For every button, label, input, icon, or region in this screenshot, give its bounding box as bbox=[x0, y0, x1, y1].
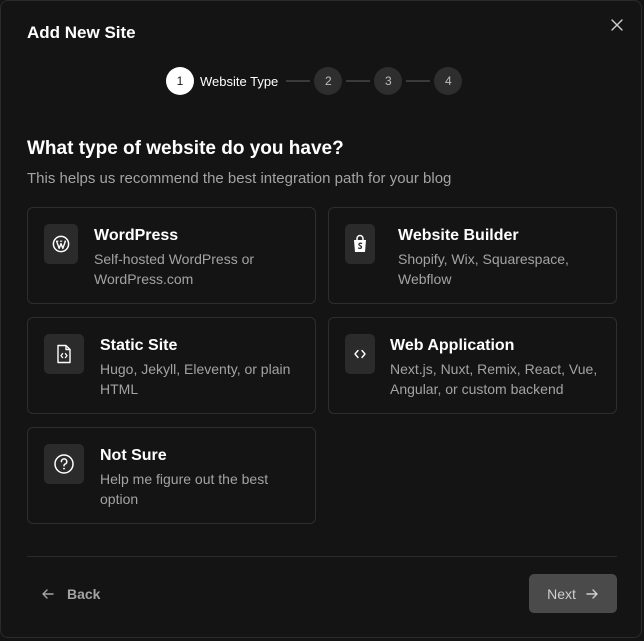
option-title: Static Site bbox=[100, 337, 178, 354]
step-2-indicator: 2 bbox=[314, 67, 343, 95]
option-icon-box bbox=[44, 444, 84, 484]
option-description: Help me figure out the best option bbox=[100, 471, 269, 507]
step-1-label: Website Type bbox=[200, 73, 279, 89]
step-4-indicator: 4 bbox=[434, 67, 463, 95]
next-button-label: Next bbox=[547, 585, 576, 602]
modal-title: Add New Site bbox=[27, 23, 136, 42]
question-subtitle: This helps us recommend the best integra… bbox=[27, 170, 452, 187]
option-web-application[interactable]: Web Application Next.js, Nuxt, Remix, Re… bbox=[328, 317, 617, 414]
option-wordpress[interactable]: WordPress Self-hosted WordPress or WordP… bbox=[27, 207, 316, 304]
wordpress-icon bbox=[52, 235, 70, 253]
add-site-modal: Add New Site 1 Website Type 2 3 4 What t… bbox=[0, 0, 642, 638]
stepper: 1 Website Type 2 3 4 bbox=[166, 67, 463, 95]
code-file-icon bbox=[57, 344, 71, 364]
close-button[interactable] bbox=[607, 15, 627, 35]
arrow-left-icon bbox=[42, 589, 54, 599]
footer-divider bbox=[27, 556, 617, 557]
option-static-site[interactable]: Static Site Hugo, Jekyll, Eleventy, or p… bbox=[27, 317, 316, 414]
option-title: WordPress bbox=[94, 227, 179, 244]
step-connector bbox=[406, 80, 431, 82]
arrow-right-icon bbox=[586, 588, 598, 599]
step-1-indicator: 1 bbox=[166, 67, 194, 95]
next-button[interactable]: Next bbox=[529, 574, 617, 613]
option-description: Next.js, Nuxt, Remix, React, Vue, Angula… bbox=[390, 361, 598, 397]
option-title: Not Sure bbox=[100, 447, 167, 464]
step-connector bbox=[286, 80, 311, 82]
step-connector bbox=[346, 80, 371, 82]
option-description: Hugo, Jekyll, Eleventy, or plain HTML bbox=[100, 361, 291, 397]
back-button[interactable]: Back bbox=[41, 581, 100, 607]
code-icon bbox=[354, 349, 366, 359]
option-website-builder[interactable]: Website Builder Shopify, Wix, Squarespac… bbox=[328, 207, 617, 304]
step-3-indicator: 3 bbox=[374, 67, 403, 95]
option-title: Website Builder bbox=[398, 227, 519, 244]
option-icon-box bbox=[345, 224, 375, 264]
option-description: Self-hosted WordPress or WordPress.com bbox=[94, 251, 255, 287]
option-icon-box bbox=[44, 334, 84, 374]
back-button-label: Back bbox=[67, 586, 101, 602]
option-not-sure[interactable]: Not Sure Help me figure out the best opt… bbox=[27, 427, 316, 524]
help-circle-icon bbox=[54, 454, 74, 474]
option-icon-box bbox=[44, 224, 78, 264]
close-icon bbox=[611, 19, 623, 31]
question-title: What type of website do you have? bbox=[27, 138, 344, 159]
option-description: Shopify, Wix, Squarespace, Webflow bbox=[398, 251, 569, 287]
option-title: Web Application bbox=[390, 337, 515, 354]
option-icon-box bbox=[345, 334, 375, 374]
shopping-bag-icon bbox=[354, 234, 366, 252]
